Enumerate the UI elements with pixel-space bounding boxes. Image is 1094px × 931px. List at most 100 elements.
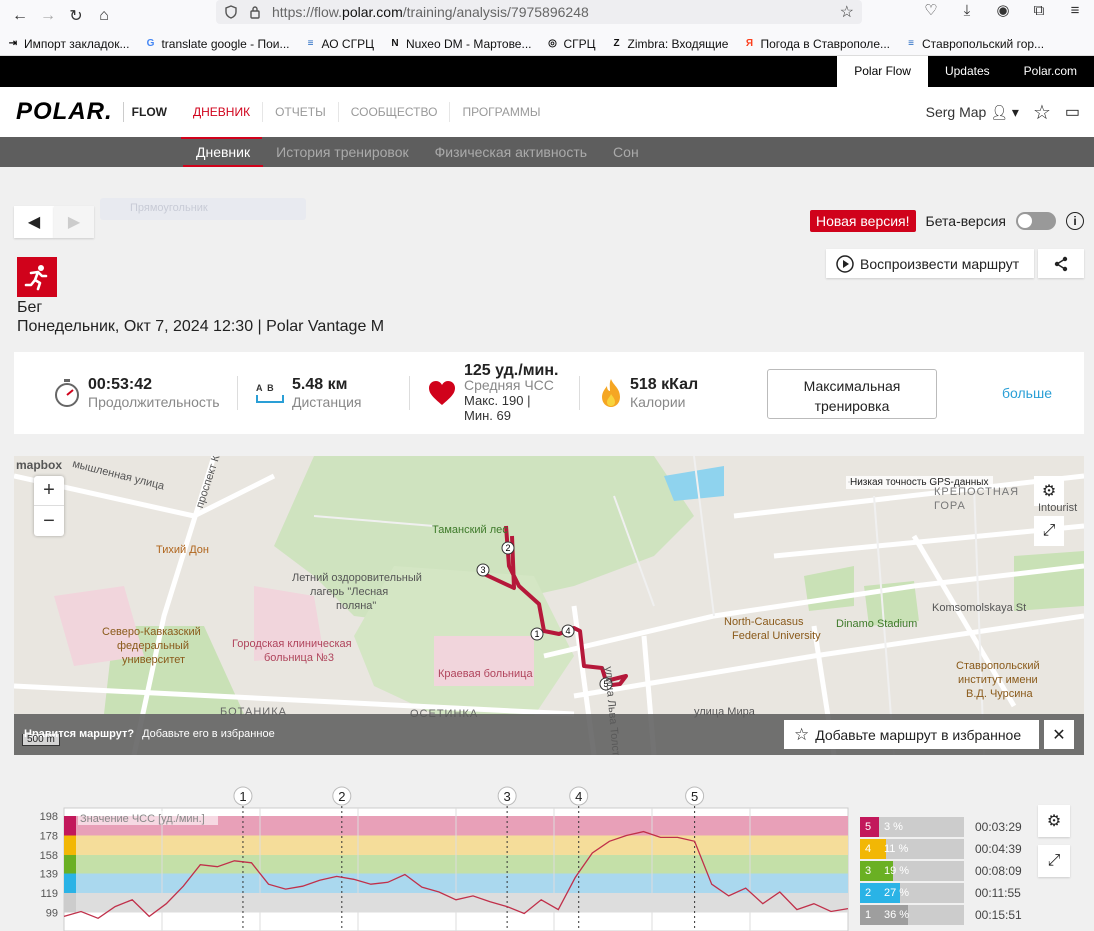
- bookmark-item[interactable]: Я Погода в Ставрополе...: [742, 37, 890, 51]
- add-favorite-route-label: Добавьте маршрут в избранное: [815, 726, 1022, 743]
- map-label: Таманский лес: [432, 524, 508, 536]
- bookmark-item[interactable]: ≡ АО СГРЦ: [304, 37, 374, 51]
- map-fullscreen-icon[interactable]: ⤢: [1034, 516, 1064, 546]
- bookmark-item[interactable]: ≡ Ставропольский гор...: [904, 37, 1044, 51]
- subnav-activity[interactable]: Физическая активность: [422, 137, 600, 167]
- zone-time: 00:08:09: [975, 864, 1022, 878]
- nav-community[interactable]: СООБЩЕСТВО: [339, 102, 451, 122]
- bookmark-item[interactable]: ◎ СГРЦ: [545, 37, 595, 51]
- bookmarks-bar: ⇥ Импорт закладок... Gtranslate google - П…: [0, 32, 1094, 56]
- nav-diary[interactable]: ДНЕВНИК: [181, 102, 264, 139]
- nav-programs[interactable]: ПРОГРАММЫ: [450, 102, 552, 122]
- chart-expand-icon[interactable]: ⤢: [1038, 845, 1070, 877]
- route-map[interactable]: 1 2 3 4 5 mapbox + − Низкая точность GPS…: [14, 456, 1084, 755]
- url-text: https://flow.polar.com/training/analysis…: [272, 4, 589, 20]
- message-icon[interactable]: ▭: [1065, 102, 1080, 122]
- y-tick-label: 119: [40, 888, 58, 900]
- stopwatch-icon: [55, 379, 79, 407]
- map-label: Тихий Дон: [156, 544, 209, 556]
- close-favorite-bar-button[interactable]: ✕: [1044, 720, 1074, 749]
- favorites-star-icon[interactable]: ☆: [1033, 100, 1051, 125]
- map-lap-4: 4: [565, 626, 570, 636]
- zone-tab: [64, 854, 76, 874]
- info-icon[interactable]: i: [1066, 212, 1084, 230]
- download-icon[interactable]: ⤓: [954, 0, 980, 20]
- map-label: лагерь "Лесная: [310, 586, 389, 598]
- map-label: Federal University: [732, 630, 821, 642]
- close-icon: ✕: [1052, 726, 1066, 744]
- user-menu[interactable]: Serg Map 👤︎ ▾: [926, 104, 1019, 121]
- add-favorite-route-button[interactable]: ☆ Добавьте маршрут в избранное: [784, 720, 1039, 749]
- session-date: Понедельник, Окт 7, 2024 12:30 | Polar V…: [17, 318, 385, 335]
- y-tick-label: 178: [40, 830, 58, 842]
- bookmark-item[interactable]: Z Zimbra: Входящие: [610, 37, 728, 51]
- nav-reports[interactable]: ОТЧЕТЫ: [263, 102, 339, 122]
- star-outline-icon: ☆: [794, 724, 810, 744]
- beta-toggle[interactable]: [1016, 212, 1056, 230]
- subnav-history[interactable]: История тренировок: [263, 137, 421, 167]
- replay-route-button[interactable]: Воспроизвести маршрут: [826, 249, 1034, 278]
- zoom-in-button[interactable]: +: [34, 476, 64, 506]
- duration-stat: 00:53:42 Продолжительность: [54, 352, 220, 434]
- shield-icon: [225, 5, 237, 19]
- previous-session-button[interactable]: ◀: [14, 206, 54, 238]
- hr-average-value: 125 уд./мин.: [464, 362, 559, 379]
- share-button[interactable]: [1038, 249, 1084, 278]
- srgc-icon: ≡: [307, 38, 314, 49]
- sport-name: Бег: [17, 299, 43, 316]
- pocket-icon[interactable]: ♡: [918, 0, 944, 20]
- zone-percent: 36 %: [884, 909, 910, 921]
- zone-number: 4: [860, 839, 876, 859]
- map-label: Ставропольский: [956, 660, 1040, 672]
- bookmark-item[interactable]: Gtranslate google - Пои...: [143, 36, 290, 51]
- map-label: В.Д. Чурсина: [966, 688, 1033, 700]
- map-label: Intourist: [1038, 502, 1078, 514]
- session-pager: ◀ ▶: [14, 206, 94, 238]
- bookmark-star-icon[interactable]: ☆: [840, 2, 854, 22]
- hr-zone-table: 5 3 % 00:03:29 4 11 % 00:04:39 3 19 % 00:08:09 2 2…: [860, 816, 1040, 926]
- topbar-link-polar-flow[interactable]: Polar Flow: [837, 56, 928, 87]
- bookmark-item[interactable]: N Nuxeo DM - Мартове...: [388, 37, 531, 51]
- next-session-button[interactable]: ▶: [54, 206, 94, 238]
- map-label: институт имени: [958, 674, 1038, 686]
- extensions-icon[interactable]: ⧉: [1026, 0, 1052, 20]
- zone-bar: 1 36 %: [860, 905, 964, 925]
- menu-icon[interactable]: ≡: [1062, 0, 1088, 20]
- url-bar[interactable]: https://flow.polar.com/training/analysis…: [216, 0, 862, 24]
- polar-header: POLAR. FLOW ДНЕВНИК ОТЧЕТЫ СООБЩЕСТВО ПР…: [0, 87, 1094, 139]
- map-label: Краевая больница: [438, 668, 533, 680]
- subnav-sleep[interactable]: Сон: [600, 137, 652, 167]
- mapbox-logo[interactable]: mapbox: [16, 458, 62, 472]
- zoom-out-button[interactable]: −: [34, 506, 64, 536]
- zone-bar: 3 19 %: [860, 861, 964, 881]
- y-tick-label: 198: [40, 811, 58, 823]
- polar-logo[interactable]: POLAR.: [16, 98, 113, 126]
- chart-settings-gear-icon[interactable]: ⚙: [1038, 805, 1070, 837]
- topbar-link-polar-com[interactable]: Polar.com: [1007, 56, 1094, 87]
- map-label: университет: [122, 654, 186, 666]
- lap-label: 5: [691, 789, 698, 804]
- home-icon[interactable]: ⌂: [90, 4, 118, 28]
- bookmark-label: translate google - Пои...: [161, 36, 290, 51]
- back-arrow-icon[interactable]: ←: [6, 4, 34, 28]
- zone-percent: 27 %: [884, 887, 910, 899]
- subnav-diary[interactable]: Дневник: [183, 137, 264, 167]
- max-training-button[interactable]: Максимальная тренировка: [767, 369, 937, 419]
- zone-tab: [64, 835, 76, 855]
- zone-bar: 5 3 %: [860, 817, 964, 837]
- map-label: North-Caucasus: [724, 616, 804, 628]
- topbar-link-updates[interactable]: Updates: [928, 56, 1007, 87]
- calories-value: 518 кКал: [630, 376, 699, 393]
- yandex-icon: Я: [745, 38, 754, 49]
- zone-row: 3 19 % 00:08:09: [860, 860, 1040, 882]
- hr-min: Мин. 69: [464, 408, 511, 423]
- map-label: Северо-Кавказский: [102, 626, 201, 638]
- bookmark-item[interactable]: ⇥ Импорт закладок...: [6, 37, 130, 51]
- account-icon[interactable]: ◉: [990, 0, 1016, 20]
- user-icon: 👤︎: [990, 103, 1009, 120]
- divider: [237, 376, 238, 410]
- reload-icon[interactable]: ↻: [62, 4, 90, 28]
- forward-arrow-icon[interactable]: →: [34, 4, 62, 28]
- zone-number: 1: [860, 905, 876, 925]
- more-link[interactable]: больше: [1002, 385, 1052, 401]
